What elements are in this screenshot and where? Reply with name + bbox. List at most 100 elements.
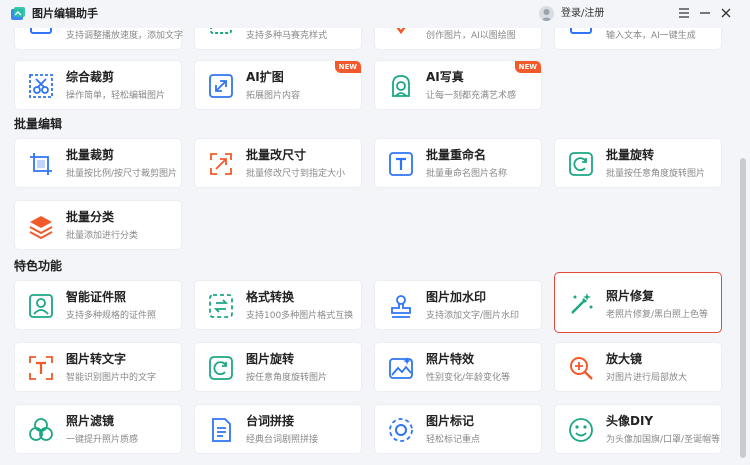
batch-crop-icon [30, 153, 52, 175]
card-title: 图片加水印 [426, 290, 487, 304]
card-title: 照片修复 [606, 289, 655, 303]
card-title: 图片旋转 [246, 352, 295, 366]
tool-card-batch-rotate[interactable]: 批量旋转 批量按任意角度旋转图片 [554, 138, 722, 188]
tool-card-batch-crop[interactable]: 批量裁剪 批量按比例/按尺寸裁剪图片 [14, 138, 182, 188]
card-desc: 批量修改尺寸到指定大小 [246, 169, 346, 179]
card-desc: 对图片进行局部放大 [606, 373, 688, 383]
card-desc: 老照片修复/黑白照上色等 [606, 310, 709, 320]
new-badge: NEW [514, 61, 541, 73]
rotate-icon [209, 356, 233, 380]
tool-card-photo-restore[interactable]: 照片修复 老照片修复/黑白照上色等 [554, 272, 722, 333]
magic-wand-icon [571, 293, 593, 314]
tool-card-avatar-diy[interactable]: 头像DIY 为头像加国旗/口罩/圣诞帽等 [554, 404, 722, 454]
magnifier-icon [570, 357, 593, 380]
tool-card-ai-portrait[interactable]: AI写真 让每一刻都充满艺术感 NEW [374, 60, 542, 110]
card-desc: 拓展图片内容 [246, 91, 301, 101]
ocr-icon [29, 356, 53, 380]
tool-card-image-marker[interactable]: 图片标记 轻松标记重点 [374, 404, 542, 454]
new-badge: NEW [334, 61, 361, 73]
card-title: AI写真 [426, 70, 464, 84]
script-icon [212, 418, 231, 442]
card-desc: 操作简单，轻松编辑图片 [66, 91, 166, 101]
card-title: 批量分类 [66, 210, 115, 224]
card-desc: 支持多种马赛克样式 [246, 31, 328, 41]
tool-card[interactable]: 输入文本，AI一键生成 [554, 28, 722, 50]
scissors-icon [29, 74, 53, 98]
tool-card-batch-resize[interactable]: 批量改尺寸 批量修改尺寸到指定大小 [194, 138, 362, 188]
card-desc: 支持100多种图片格式互换 [246, 311, 354, 321]
card-desc: 输入文本，AI一键生成 [606, 31, 696, 41]
tool-card-add-watermark[interactable]: 图片加水印 支持添加文字/图片水印 [374, 280, 542, 330]
user-icon [541, 9, 552, 21]
card-title: AI扩图 [246, 70, 284, 84]
tool-card[interactable]: 支持多种马赛克样式 [194, 28, 362, 50]
minimize-icon[interactable] [697, 5, 713, 21]
card-desc: 按任意角度旋转图片 [246, 373, 328, 383]
marker-icon [389, 418, 413, 442]
card-desc: 批量按比例/按尺寸裁剪图片 [66, 169, 178, 179]
card-desc: 智能识别图片中的文字 [66, 373, 157, 383]
tool-card-id-photo[interactable]: 智能证件照 支持多种规格的证件照 [14, 280, 182, 330]
smiley-icon [569, 418, 593, 442]
tool-card-script-stitch[interactable]: 台词拼接 经典台词剧照拼接 [194, 404, 362, 454]
card-title: 批量旋转 [606, 148, 655, 162]
section-title-batch-edit: 批量编辑 [14, 117, 63, 131]
title-bar: 图片编辑助手 登录/注册 [0, 0, 750, 28]
expand-icon [209, 74, 233, 98]
tool-card[interactable]: 创作图片，AI以图绘图 [374, 28, 542, 50]
video-icon [30, 28, 52, 34]
card-title: 智能证件照 [66, 290, 127, 304]
login-register-link[interactable]: 登录/注册 [561, 8, 604, 20]
tool-card-ai-expand[interactable]: AI扩图 拓展图片内容 NEW [194, 60, 362, 110]
card-title: 头像DIY [606, 414, 654, 428]
card-title: 批量重命名 [426, 148, 487, 162]
menu-icon[interactable] [676, 5, 692, 21]
card-desc: 批量添加进行分类 [66, 231, 139, 241]
card-desc: 轻松标记重点 [426, 435, 481, 445]
batch-rotate-icon [569, 152, 593, 176]
portrait-icon [392, 75, 410, 97]
effects-icon [389, 357, 413, 379]
card-desc: 为头像加国旗/口罩/圣诞帽等 [606, 435, 721, 445]
card-title: 综合裁剪 [66, 70, 115, 84]
card-desc: 一键提升照片质感 [66, 435, 139, 445]
tool-card-batch-rename[interactable]: 批量重命名 批量重命名图片名称 [374, 138, 542, 188]
tool-card-comprehensive-crop[interactable]: 综合裁剪 操作简单，轻松编辑图片 [14, 60, 182, 110]
card-desc: 性别变化/年龄变化等 [426, 373, 511, 383]
scrollbar-thumb[interactable] [740, 158, 746, 458]
tool-card[interactable]: 支持调整播放速度，添加文字 [14, 28, 184, 50]
filter-icon [29, 418, 53, 441]
resize-icon [210, 153, 232, 175]
tool-card-image-to-text[interactable]: 图片转文字 智能识别图片中的文字 [14, 342, 182, 392]
card-title: 批量改尺寸 [246, 148, 307, 162]
tool-card-photo-filter[interactable]: 照片滤镜 一键提升照片质感 [14, 404, 182, 454]
main-content: 支持调整播放速度，添加文字 支持多种马赛克样式 创作图片，AI以图绘图 输入文本… [0, 28, 738, 465]
text-gen-icon [570, 28, 592, 34]
avatar[interactable] [539, 6, 554, 21]
card-desc: 批量重命名图片名称 [426, 169, 508, 179]
close-icon[interactable] [718, 5, 734, 21]
stamp-icon [391, 295, 411, 318]
tool-card-photo-effects[interactable]: 照片特效 性别变化/年龄变化等 [374, 342, 542, 392]
card-title: 放大镜 [606, 352, 643, 366]
card-title: 台词拼接 [246, 414, 295, 428]
tool-card-batch-classify[interactable]: 批量分类 批量添加进行分类 [14, 200, 182, 250]
card-desc: 支持添加文字/图片水印 [426, 311, 520, 321]
card-title: 格式转换 [246, 290, 295, 304]
card-desc: 批量按任意角度旋转图片 [606, 169, 706, 179]
app-logo-icon [11, 7, 25, 20]
tool-card-format-convert[interactable]: 格式转换 支持100多种图片格式互换 [194, 280, 362, 330]
tool-card-image-rotate[interactable]: 图片旋转 按任意角度旋转图片 [194, 342, 362, 392]
convert-icon [209, 294, 233, 318]
layers-icon [29, 216, 53, 240]
card-desc: 创作图片，AI以图绘图 [426, 31, 516, 41]
card-title: 批量裁剪 [66, 148, 115, 162]
card-title: 图片标记 [426, 414, 475, 428]
id-photo-icon [29, 294, 53, 318]
card-desc: 支持调整播放速度，添加文字 [66, 31, 184, 41]
card-title: 照片特效 [426, 352, 475, 366]
card-title: 图片转文字 [66, 352, 127, 366]
card-desc: 让每一刻都充满艺术感 [426, 91, 517, 101]
tool-card-magnifier[interactable]: 放大镜 对图片进行局部放大 [554, 342, 722, 392]
section-title-featured: 特色功能 [14, 259, 63, 273]
